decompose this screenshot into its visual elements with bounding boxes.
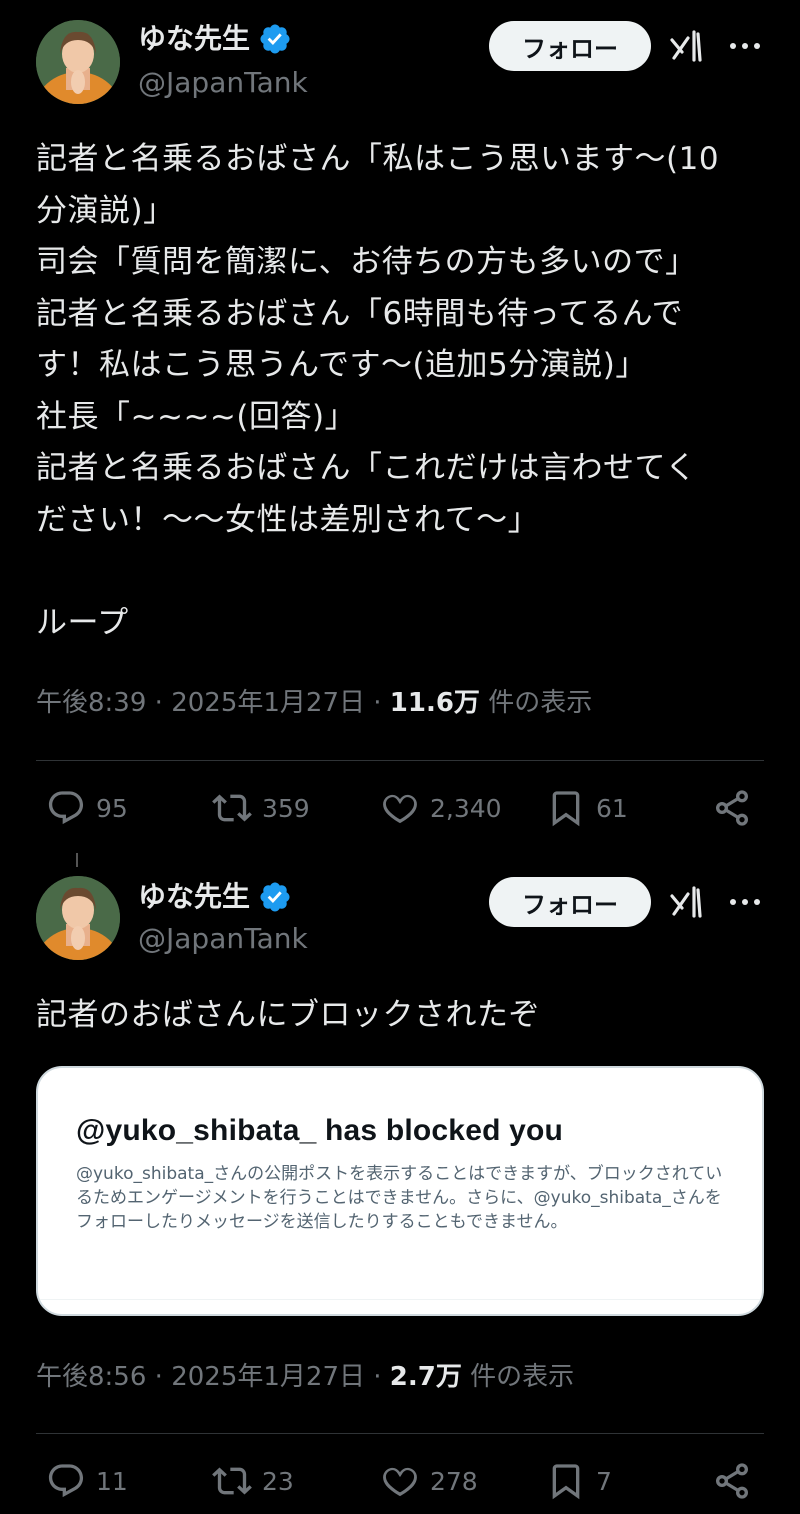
meta-separator: · bbox=[373, 688, 382, 718]
tweet[interactable]: ゆな先生 @JapanTank フォロー 記者と名乗るおばさん「私はこう思います… bbox=[0, 0, 800, 850]
repost-icon bbox=[212, 1467, 252, 1495]
reply-count: 11 bbox=[96, 1466, 128, 1496]
reply-button[interactable]: 11 bbox=[46, 1461, 128, 1501]
card-title: @yuko_shibata_ has blocked you bbox=[76, 1114, 564, 1147]
avatar[interactable] bbox=[36, 876, 120, 960]
card-description: @yuko_shibata_さんの公開ポストを表示することはできますが、ブロック… bbox=[76, 1164, 723, 1232]
repost-icon bbox=[212, 794, 252, 822]
tweet-date[interactable]: 2025年1月27日 bbox=[171, 688, 365, 718]
divider bbox=[36, 1433, 764, 1434]
view-count: 2.7万 bbox=[389, 1362, 462, 1392]
author-handle[interactable]: @JapanTank bbox=[138, 66, 308, 100]
view-label: 件の表示 bbox=[488, 688, 593, 718]
follow-button[interactable]: フォロー bbox=[489, 877, 651, 927]
tweet[interactable]: ゆな先生 @JapanTank フォロー 記者のおばさんにブロックされたぞ @y… bbox=[0, 850, 800, 1514]
like-count: 278 bbox=[430, 1466, 478, 1496]
like-count: 2,340 bbox=[430, 793, 502, 823]
author-name-row[interactable]: ゆな先生 bbox=[138, 22, 292, 56]
author-name[interactable]: ゆな先生 bbox=[138, 880, 250, 914]
view-label: 件の表示 bbox=[470, 1362, 575, 1392]
view-count: 11.6万 bbox=[389, 688, 480, 718]
tweet-meta: 午後8:56 · 2025年1月27日 · 2.7万 件の表示 bbox=[36, 1360, 574, 1394]
like-icon bbox=[383, 794, 417, 824]
author-name-row[interactable]: ゆな先生 bbox=[138, 880, 292, 914]
tweet-text: 記者のおばさんにブロックされたぞ bbox=[36, 997, 540, 1033]
author-name[interactable]: ゆな先生 bbox=[138, 22, 250, 56]
bookmark-button[interactable]: 61 bbox=[546, 788, 628, 828]
more-icon[interactable] bbox=[727, 884, 763, 920]
like-button[interactable]: 2,340 bbox=[380, 788, 502, 828]
repost-button[interactable]: 359 bbox=[212, 788, 310, 828]
bookmark-icon bbox=[552, 791, 580, 827]
reply-button[interactable]: 95 bbox=[46, 788, 128, 828]
bookmark-count: 7 bbox=[596, 1466, 612, 1496]
share-icon bbox=[716, 1463, 748, 1499]
repost-count: 359 bbox=[262, 793, 310, 823]
avatar[interactable] bbox=[36, 20, 120, 104]
share-button[interactable] bbox=[712, 1461, 752, 1501]
repost-button[interactable]: 23 bbox=[212, 1461, 294, 1501]
bookmark-icon bbox=[552, 1464, 580, 1500]
reply-icon bbox=[48, 791, 84, 825]
share-icon bbox=[716, 790, 748, 826]
bookmark-button[interactable]: 7 bbox=[546, 1461, 612, 1501]
grok-icon[interactable] bbox=[668, 26, 708, 66]
reply-count: 95 bbox=[96, 793, 128, 823]
tweet-meta: 午後8:39 · 2025年1月27日 · 11.6万 件の表示 bbox=[36, 686, 592, 720]
tweet-time[interactable]: 午後8:56 bbox=[36, 1362, 146, 1392]
verified-badge-icon bbox=[258, 880, 292, 914]
reply-icon bbox=[48, 1464, 84, 1498]
card-divider bbox=[38, 1299, 762, 1300]
grok-icon[interactable] bbox=[668, 882, 708, 922]
verified-badge-icon bbox=[258, 22, 292, 56]
meta-separator: · bbox=[154, 1362, 163, 1392]
action-bar: 95 359 2,340 61 bbox=[0, 788, 800, 836]
follow-button[interactable]: フォロー bbox=[489, 21, 651, 71]
like-button[interactable]: 278 bbox=[380, 1461, 478, 1501]
author-handle[interactable]: @JapanTank bbox=[138, 922, 308, 956]
meta-separator: · bbox=[154, 688, 163, 718]
tweet-text: 記者と名乗るおばさん「私はこう思います〜(10 分演説)」 司会「質問を簡潔に、… bbox=[36, 141, 720, 641]
tweet-date[interactable]: 2025年1月27日 bbox=[171, 1362, 365, 1392]
more-icon[interactable] bbox=[727, 28, 763, 64]
like-icon bbox=[383, 1467, 417, 1497]
image-card[interactable]: @yuko_shibata_ has blocked you @yuko_shi… bbox=[36, 1066, 764, 1316]
repost-count: 23 bbox=[262, 1466, 294, 1496]
action-bar: 11 23 278 7 bbox=[0, 1461, 800, 1509]
meta-separator: · bbox=[373, 1362, 382, 1392]
share-button[interactable] bbox=[712, 788, 752, 828]
bookmark-count: 61 bbox=[596, 793, 628, 823]
divider bbox=[36, 760, 764, 761]
tweet-time[interactable]: 午後8:39 bbox=[36, 688, 146, 718]
